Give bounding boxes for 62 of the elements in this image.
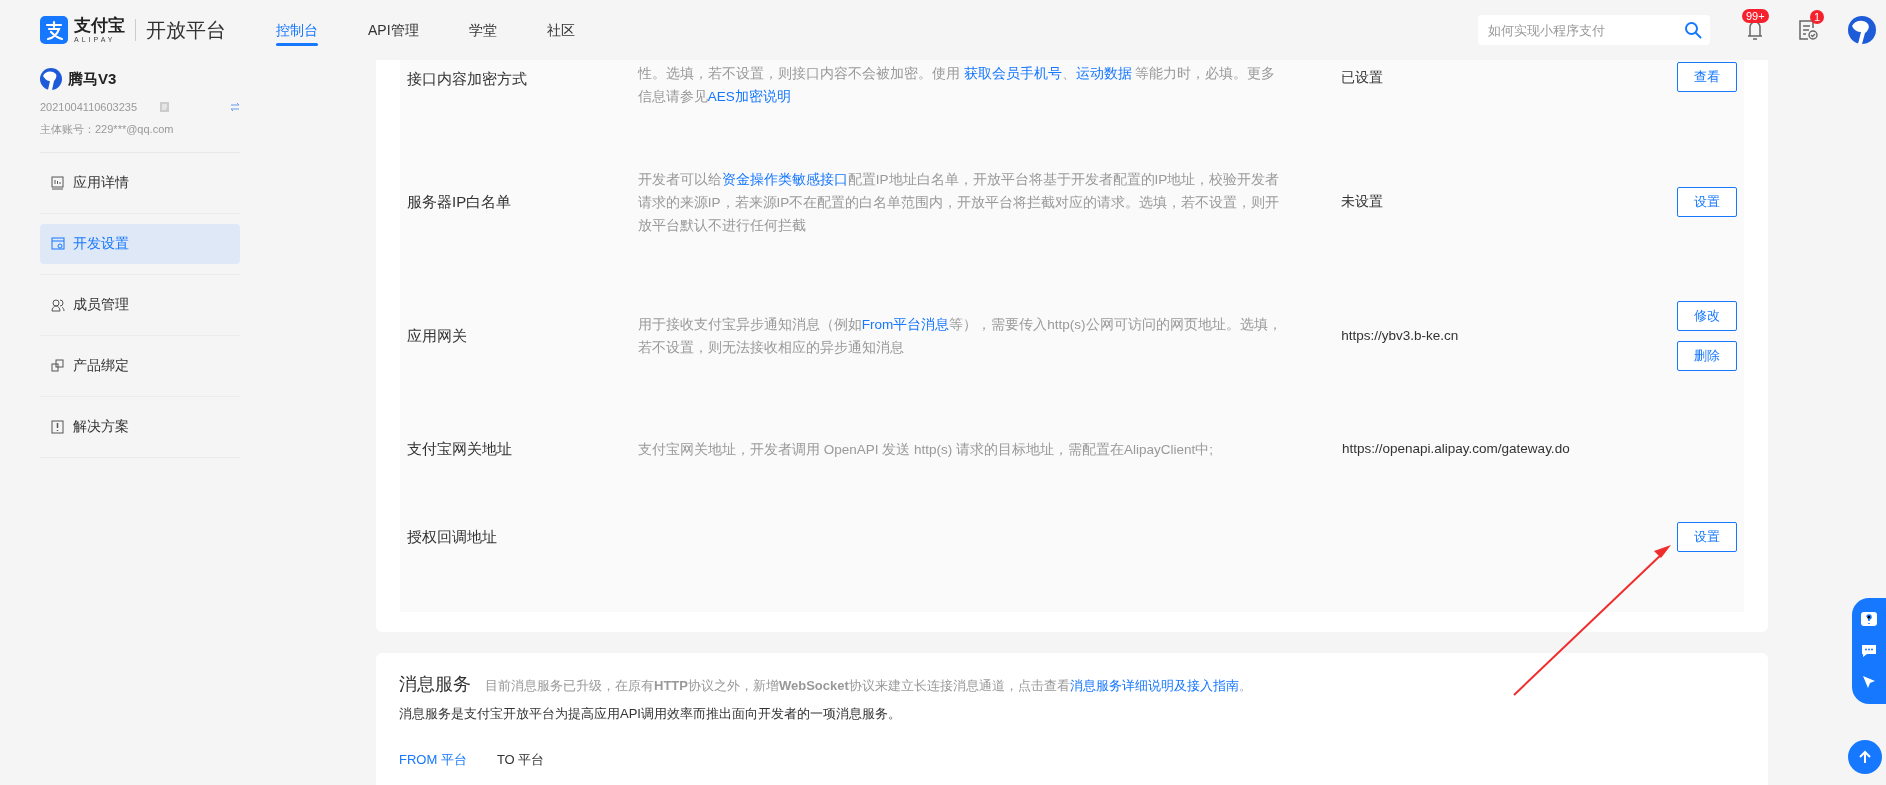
setting-description: 性。选填，若不设置，则接口内容不会被加密。使用 获取会员手机号、运动数据 等能力时，必填。更多信息请参见AES加密说明: [637, 65, 1277, 106]
avatar-icon: [1848, 16, 1876, 44]
help-icon[interactable]: [1860, 610, 1878, 629]
window-gear-icon: [51, 236, 65, 251]
link[interactable]: 获取会员手机号: [963, 66, 1062, 81]
avatar-icon: [40, 68, 62, 91]
arrow-up-icon: [1858, 750, 1872, 764]
sidebar-item[interactable]: 产品绑定: [40, 345, 240, 386]
action-button[interactable]: 修改: [1677, 301, 1737, 331]
alert-icon: [51, 419, 65, 434]
notice-text: 目前消息服务已升级，在原有HTTP协议之外，新增WebSocket协议来建立长连接消息通道，点击查看消息服务详细说明及接入指南。: [485, 677, 1252, 695]
tab[interactable]: TO 平台: [496, 749, 545, 769]
app-id: 2021004110603235: [40, 99, 138, 115]
setting-label: 授权回调地址: [407, 526, 498, 547]
nav-tab[interactable]: 学堂: [468, 0, 497, 60]
setting-description: 支付宝网关地址，开发者调用 OpenAPI 发送 http(s) 请求的目标地址，需配置在AlipayClient中;: [638, 440, 1215, 459]
section-title: 消息服务: [399, 673, 471, 696]
setting-description: 开发者可以给资金操作类敏感接口配置IP地址白名单，开放平台将基于开发者配置的IP地址，校验开发者请求的来源IP，若来源IP不在配置的白名单范围内，开放平台将拦截对应的请求。选填，若不设置，则开放平台默认不进行任何拦截: [637, 170, 1281, 235]
link[interactable]: From平台消息: [861, 317, 950, 332]
squares-icon: [51, 358, 65, 373]
setting-label: 服务器IP白名单: [407, 191, 513, 212]
link[interactable]: 运动数据: [1075, 66, 1132, 81]
action-button[interactable]: 设置: [1677, 187, 1737, 217]
tab[interactable]: FROM 平台: [399, 749, 467, 769]
chat-icon[interactable]: [1860, 642, 1878, 660]
brand-name: 支付宝: [74, 17, 125, 34]
link[interactable]: 资金操作类敏感接口: [721, 171, 848, 187]
setting-status: 已设置: [1340, 69, 1385, 87]
search-icon: [1684, 21, 1702, 39]
link[interactable]: AES加密说明: [707, 89, 791, 104]
setting-status: https://ybv3.b-ke.cn: [1340, 326, 1460, 345]
product-title: 开放平台: [146, 18, 226, 43]
nav-tab[interactable]: API管理: [368, 0, 419, 60]
nav-tab[interactable]: 社区: [546, 0, 575, 60]
sidebar-item[interactable]: 成员管理: [40, 284, 240, 325]
count-badge: 1: [1810, 10, 1824, 24]
logo-icon: [40, 16, 68, 44]
setting-label: 应用网关: [407, 325, 468, 346]
setting-status: 未设置: [1340, 192, 1385, 211]
link[interactable]: 消息服务详细说明及接入指南: [1069, 678, 1239, 693]
swap-icon: [230, 101, 240, 112]
sidebar-item[interactable]: 解决方案: [40, 406, 240, 447]
action-button[interactable]: 设置: [1677, 522, 1737, 552]
sidebar-item[interactable]: 开发设置: [40, 223, 240, 264]
back-to-top-button[interactable]: [1848, 740, 1882, 774]
chart-icon: [51, 175, 65, 190]
copy-icon: [159, 100, 171, 113]
intro-text: 消息服务是支付宝开放平台为提高应用API调用效率而推出面向开发者的一项消息服务。: [399, 705, 902, 723]
setting-description: 用于接收支付宝异步通知消息（例如From平台消息等），需要传入http(s)公网可访问的网页地址。选填，若不设置，则无法接收相应的异步通知消息: [637, 316, 1283, 357]
app-name: 腾马V3: [68, 69, 117, 89]
count-badge: 99+: [1742, 9, 1769, 23]
search-field[interactable]: 如何实现小程序支付: [1478, 15, 1710, 45]
setting-label: 支付宝网关地址: [407, 438, 513, 459]
account-text: 主体账号：229***@qq.com: [40, 122, 175, 137]
setting-status: https://openapi.alipay.com/gateway.do: [1341, 439, 1571, 458]
nav-tab[interactable]: 控制台: [276, 0, 318, 60]
people-icon: [51, 297, 65, 312]
sidebar-item[interactable]: 应用详情: [40, 162, 240, 203]
document-check-icon: [1798, 19, 1818, 41]
setting-label: 接口内容加密方式: [407, 69, 528, 89]
action-button[interactable]: 查看: [1677, 62, 1737, 92]
action-button[interactable]: 删除: [1677, 341, 1737, 371]
